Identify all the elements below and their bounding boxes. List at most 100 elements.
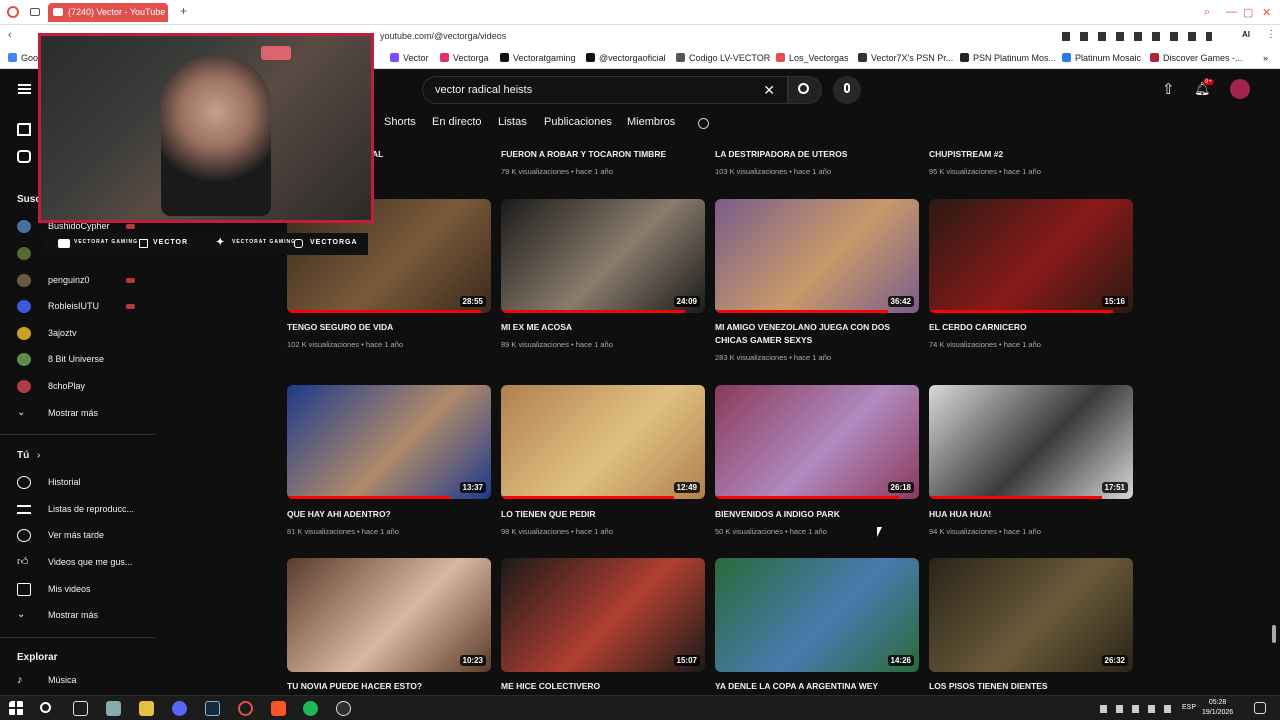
tab-posts[interactable]: Publicaciones [544,116,612,128]
upload-icon[interactable]: ⇧ [1162,80,1175,98]
minimize-button[interactable]: — [1226,6,1237,18]
tab-live[interactable]: En directo [432,116,482,128]
active-tab[interactable]: (7240) Vector - YouTube [48,3,168,22]
sidebar-subscription[interactable]: penguinz0 [0,269,155,291]
more-icon[interactable]: ⋮ [1266,29,1276,40]
opera-logo-icon[interactable] [7,6,19,18]
discord-icon[interactable] [172,701,187,716]
sidebar-item-liked[interactable]: 👍︎ Videos que me gus... [0,551,155,573]
bookmark-item[interactable]: Los_Vectorgas [776,52,849,65]
video-title[interactable]: ME HICE COLECTIVERO [501,680,706,693]
video-thumbnail[interactable]: 17:51 [929,385,1133,499]
sidebar-item-music[interactable]: ♪ Música [0,669,155,691]
sidebar-subscription[interactable]: 8 Bit Universe [0,348,155,370]
video-thumbnail[interactable]: 26:32 [929,558,1133,672]
clear-search-icon[interactable]: ✕ [763,77,775,103]
video-thumbnail[interactable]: 15:07 [501,558,705,672]
chevron-right-icon: › [37,450,41,461]
ai-button[interactable]: AI [1242,30,1250,39]
bookmarks-overflow-icon[interactable]: » [1263,52,1268,65]
video-thumbnail[interactable]: 10:23 [287,558,491,672]
video-title[interactable]: MI AMIGO VENEZOLANO JUEGA CON DOS CHICAS… [715,321,920,347]
sidebar-item-watch-later[interactable]: Ver más tarde [0,524,155,546]
video-thumbnail[interactable]: 14:26 [715,558,919,672]
task-view-icon[interactable] [73,701,88,716]
back-icon[interactable]: ‹ [8,29,12,41]
spotify-icon[interactable] [303,701,318,716]
video-thumbnail[interactable]: 24:09 [501,199,705,313]
language-indicator[interactable]: ESP [1182,704,1196,711]
system-tray-icons[interactable] [1100,705,1178,713]
bookmark-item[interactable]: Platinum Mosaic [1062,52,1141,65]
search-icon[interactable] [40,702,51,713]
tab-members[interactable]: Miembros [627,116,675,128]
bookmark-item[interactable]: Codigo LV-VECTOR [676,52,770,65]
close-window-button[interactable]: ✕ [1262,6,1271,19]
search-tabs-icon[interactable]: ⌕ [1204,6,1210,19]
channel-search-icon[interactable] [698,118,709,129]
video-title[interactable]: CHUPISTREAM #2 [929,148,1134,161]
tiktok-icon [586,53,595,62]
bookmark-item[interactable]: Vector7X's PSN Pr... [858,52,953,65]
show-more-you[interactable]: ⌄ Mostrar más [0,604,155,626]
bookmark-item[interactable]: Discover Games -... [1150,52,1243,65]
steam-icon[interactable] [205,701,220,716]
sidebar-item-playlists[interactable]: Listas de reproducc... [0,498,155,520]
file-explorer-icon[interactable] [139,701,154,716]
video-thumbnail[interactable]: 26:18 [715,385,919,499]
notification-center-icon[interactable] [1254,702,1266,714]
video-title[interactable]: BIENVENIDOS A INDIGO PARK [715,508,920,521]
video-thumbnail[interactable]: 15:16 [929,199,1133,313]
app-icon[interactable] [106,701,121,716]
microphone-icon [844,83,850,93]
bookmark-item[interactable]: @vectorgaoficial [586,52,666,65]
bookmark-item[interactable]: Vectorga [440,52,489,65]
tab-playlists[interactable]: Listas [498,116,527,128]
sidebar-subscription[interactable]: 8choPlay [0,375,155,397]
search-input[interactable]: vector radical heists ✕ [422,76,788,104]
video-title[interactable]: EL CERDO CARNICERO [929,321,1134,334]
video-title[interactable]: MI EX ME ACOSA [501,321,706,334]
video-title[interactable]: LO TIENEN QUE PEDIR [501,508,706,521]
bookmark-item[interactable]: Vector [390,52,429,65]
bookmark-item[interactable]: PSN Platinum Mos... [960,52,1056,65]
sidebar-subscription[interactable]: RobleisIUTU [0,295,155,317]
windows-start-icon[interactable] [9,701,24,716]
video-duration: 17:51 [1101,482,1128,493]
video-thumbnail[interactable]: 36:42 [715,199,919,313]
video-title[interactable]: HUA HUA HUA! [929,508,1134,521]
video-title[interactable]: TENGO SEGURO DE VIDA [287,321,492,334]
video-thumbnail[interactable]: 13:37 [287,385,491,499]
show-more-subscriptions[interactable]: ⌄ Mostrar más [0,402,155,424]
video-title[interactable]: YA DENLE LA COPA A ARGENTINA WEY [715,680,920,693]
obs-icon[interactable] [336,701,351,716]
live-indicator-icon [126,224,135,229]
bookmark-item[interactable]: Vectoratgaming [500,52,576,65]
video-title[interactable]: LA DESTRIPADORA DE UTEROS [715,148,920,161]
video-title[interactable]: LOS PISOS TIENEN DIENTES [929,680,1134,693]
search-button[interactable] [788,76,822,104]
sidebar-item-my-videos[interactable]: Mis videos [0,578,155,600]
extension-icons[interactable] [1062,32,1212,41]
new-tab-button[interactable]: + [180,4,187,18]
brave-icon[interactable] [271,701,286,716]
you-header[interactable]: Tú [17,450,29,461]
sidebar-subscription[interactable]: 3ajoztv [0,322,155,344]
video-title[interactable]: FUERON A ROBAR Y TOCARON TIMBRE [501,148,706,161]
live-indicator-icon [126,304,135,309]
voice-search-button[interactable] [833,76,861,104]
page-scrollbar[interactable] [1272,625,1276,643]
youtube-favicon-icon [53,8,63,16]
opera-icon[interactable] [238,701,253,716]
video-thumbnail[interactable]: 12:49 [501,385,705,499]
address-field[interactable]: youtube.com/@vectorga/videos [380,31,506,41]
system-clock[interactable]: 05:28 19/1/2026 [1202,698,1233,718]
account-avatar[interactable] [1230,79,1250,99]
video-title[interactable]: QUE HAY AHI ADENTRO? [287,508,492,521]
webcam-neon-sign-image [261,46,291,60]
tab-shorts[interactable]: Shorts [384,116,416,128]
video-title[interactable]: TU NOVIA PUEDE HACER ESTO? [287,680,492,693]
tab-menu-icon[interactable] [30,8,40,16]
maximize-button[interactable]: ▢ [1243,6,1253,19]
sidebar-item-history[interactable]: Historial [0,471,155,493]
